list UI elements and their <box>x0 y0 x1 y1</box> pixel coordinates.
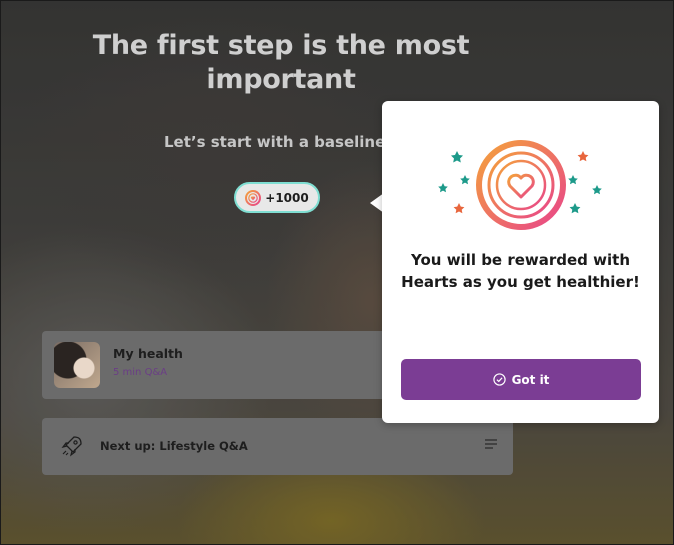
rocket-icon <box>61 436 82 457</box>
card-subtitle: 5 min Q&A <box>113 367 168 378</box>
reward-message: You will be rewarded with Hearts as you … <box>401 251 640 291</box>
page-subtitle: Let’s start with a baseline <box>164 133 386 151</box>
app-frame: The first step is the most important Let… <box>0 0 674 545</box>
check-circle-icon <box>492 373 506 386</box>
reward-popover: You will be rewarded with Hearts as you … <box>382 101 659 423</box>
heart-reward-icon <box>438 140 602 230</box>
card-title: My health <box>113 346 183 361</box>
hearts-points-badge[interactable]: +1000 <box>234 182 320 213</box>
got-it-button[interactable]: Got it <box>401 359 641 400</box>
avatar-photo <box>54 342 100 388</box>
page-title: The first step is the most important <box>92 30 470 95</box>
points-value: +1000 <box>265 190 309 205</box>
got-it-label: Got it <box>511 372 550 387</box>
card-title: Next up: Lifestyle Q&A <box>100 439 248 453</box>
heart-ring-icon <box>245 189 262 206</box>
menu-icon[interactable] <box>485 439 497 452</box>
next-up-card[interactable]: Next up: Lifestyle Q&A <box>42 418 513 475</box>
